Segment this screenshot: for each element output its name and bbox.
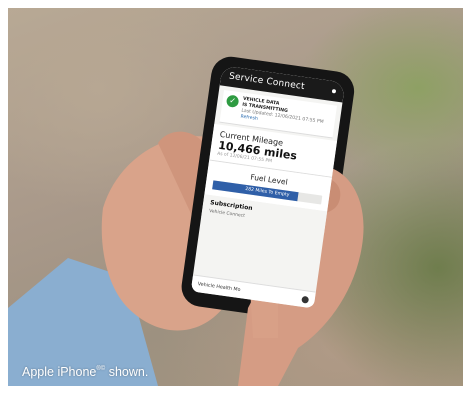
menu-dot-icon[interactable] (331, 88, 337, 94)
caption-trademark: ®© (96, 366, 106, 372)
caption-text: Apple iPhone (22, 365, 97, 379)
caption: Apple iPhone®© shown. (22, 365, 148, 379)
product-photo: Service Connect ✓ VEHICLE DATA IS TRANSM… (8, 8, 463, 386)
circle-icon[interactable] (301, 295, 310, 304)
check-icon: ✓ (225, 94, 240, 109)
caption-suffix: shown. (105, 365, 149, 379)
